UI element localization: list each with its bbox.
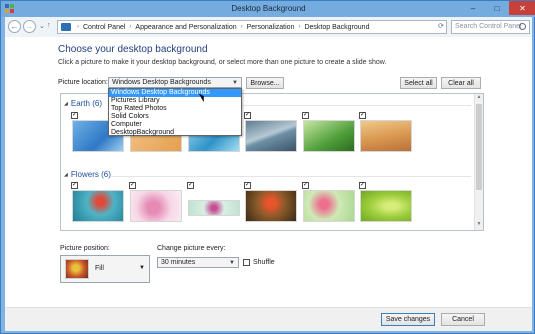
scroll-up-arrow-icon[interactable]: ▲	[475, 94, 483, 103]
address-bar[interactable]: › Control Panel › Appearance and Persona…	[57, 20, 447, 34]
wallpaper-image[interactable]	[72, 190, 124, 222]
picture-position-value: Fill	[95, 265, 104, 272]
title-bar[interactable]: Desktop Background – □ ✕	[1, 1, 535, 17]
wallpaper-checkbox[interactable]: ✓	[71, 182, 78, 189]
maximize-button[interactable]: □	[485, 1, 509, 15]
wallpaper-image[interactable]	[130, 190, 182, 222]
group-title: Earth (6)	[70, 99, 102, 108]
window-title: Desktop Background	[231, 4, 306, 13]
save-changes-button[interactable]: Save changes	[381, 313, 435, 326]
breadcrumb-separator: ›	[298, 24, 301, 30]
wallpaper-image[interactable]	[360, 120, 412, 152]
breadcrumb-appearance[interactable]: Appearance and Personalization	[135, 24, 236, 31]
picture-location-select[interactable]: Windows Desktop Backgrounds ▼	[108, 77, 242, 88]
refresh-icon[interactable]: ⟳	[438, 22, 444, 30]
recent-locations-icon[interactable]: ⌄	[39, 22, 45, 30]
wallpaper-checkbox[interactable]: ✓	[187, 182, 194, 189]
collapse-caret-icon[interactable]: ◢	[64, 172, 68, 178]
breadcrumb-control-panel[interactable]: Control Panel	[83, 24, 125, 31]
clear-all-button[interactable]: Clear all	[441, 77, 481, 89]
search-input[interactable]: Search Control Panel	[451, 20, 530, 34]
breadcrumb-separator: ›	[77, 24, 79, 30]
select-all-button[interactable]: Select all	[400, 77, 437, 89]
gallery-scrollbar[interactable]: ▲ ▼	[474, 94, 483, 230]
picture-position-select[interactable]: Fill ▼	[60, 255, 150, 283]
group-divider	[111, 176, 471, 177]
change-interval-value: 30 minutes	[161, 259, 196, 266]
wallpaper-checkbox[interactable]: ✓	[302, 182, 309, 189]
picture-location-dropdown: Windows Desktop Backgrounds Pictures Lib…	[108, 88, 242, 136]
group-header-earth[interactable]: ◢ Earth (6)	[64, 99, 102, 108]
wallpaper-checkbox[interactable]: ✓	[129, 182, 136, 189]
wallpaper-checkbox[interactable]: ✓	[71, 112, 78, 119]
scrollbar-thumb[interactable]	[476, 104, 482, 190]
back-button[interactable]: ←	[8, 20, 21, 33]
scroll-down-arrow-icon[interactable]: ▼	[475, 221, 483, 230]
up-icon[interactable]: ↑	[47, 22, 51, 29]
search-placeholder: Search Control Panel	[455, 23, 522, 30]
location-option-pictures-library[interactable]: Pictures Library	[109, 97, 241, 105]
browse-button[interactable]: Browse...	[246, 77, 284, 89]
breadcrumb-desktop-background[interactable]: Desktop Background	[304, 24, 369, 31]
location-option-windows-backgrounds[interactable]: Windows Desktop Backgrounds	[109, 89, 241, 97]
shuffle-checkbox[interactable]	[243, 259, 250, 266]
wallpaper-image[interactable]	[303, 120, 355, 152]
wallpaper-image[interactable]	[245, 120, 297, 152]
chevron-down-icon: ▼	[229, 260, 235, 266]
wallpaper-checkbox[interactable]: ✓	[359, 112, 366, 119]
control-panel-icon	[61, 23, 71, 31]
fill-preview-image	[65, 259, 89, 279]
search-icon[interactable]	[519, 23, 526, 30]
minimize-button[interactable]: –	[461, 1, 485, 15]
shuffle-label[interactable]: Shuffle	[253, 259, 275, 266]
collapse-caret-icon[interactable]: ◢	[64, 101, 68, 107]
main-content: Choose your desktop background Click a p…	[5, 37, 532, 331]
breadcrumb-personalization[interactable]: Personalization	[247, 24, 295, 31]
picture-location-label: Picture location:	[58, 79, 108, 86]
group-title: Flowers (6)	[70, 170, 111, 179]
navigation-bar: ← → ⌄ ↑ › Control Panel › Appearance and…	[5, 17, 532, 37]
chevron-down-icon: ▼	[139, 265, 145, 271]
footer-bar: Save changes Cancel	[5, 307, 532, 331]
location-option-computer[interactable]: Computer	[109, 121, 241, 129]
wallpaper-image[interactable]	[245, 190, 297, 222]
wallpaper-checkbox[interactable]: ✓	[302, 112, 309, 119]
change-interval-select[interactable]: 30 minutes ▼	[157, 257, 239, 268]
page-title: Choose your desktop background	[58, 44, 208, 55]
location-option-top-rated[interactable]: Top Rated Photos	[109, 105, 241, 113]
wallpaper-checkbox[interactable]: ✓	[359, 182, 366, 189]
wallpaper-checkbox[interactable]: ✓	[244, 182, 251, 189]
wallpaper-checkbox[interactable]: ✓	[244, 112, 251, 119]
desktop-background-window: Desktop Background – □ ✕ ← → ⌄ ↑ › Contr…	[0, 0, 535, 334]
cancel-button[interactable]: Cancel	[441, 313, 485, 326]
page-description: Click a picture to make it your desktop …	[58, 59, 387, 66]
group-header-flowers[interactable]: ◢ Flowers (6)	[64, 170, 111, 179]
picture-location-value: Windows Desktop Backgrounds	[112, 79, 211, 86]
location-option-solid-colors[interactable]: Solid Colors	[109, 113, 241, 121]
wallpaper-image[interactable]	[360, 190, 412, 222]
wallpaper-image[interactable]	[188, 200, 240, 216]
breadcrumb-separator: ›	[240, 24, 243, 30]
forward-button[interactable]: →	[23, 20, 36, 33]
wallpaper-image[interactable]	[303, 190, 355, 222]
change-picture-label: Change picture every:	[157, 245, 226, 252]
close-button[interactable]: ✕	[509, 1, 535, 15]
picture-position-label: Picture position:	[60, 245, 110, 252]
chevron-down-icon: ▼	[232, 80, 238, 86]
breadcrumb-separator: ›	[129, 24, 132, 30]
location-option-desktopbackground[interactable]: DesktopBackground	[109, 129, 241, 137]
